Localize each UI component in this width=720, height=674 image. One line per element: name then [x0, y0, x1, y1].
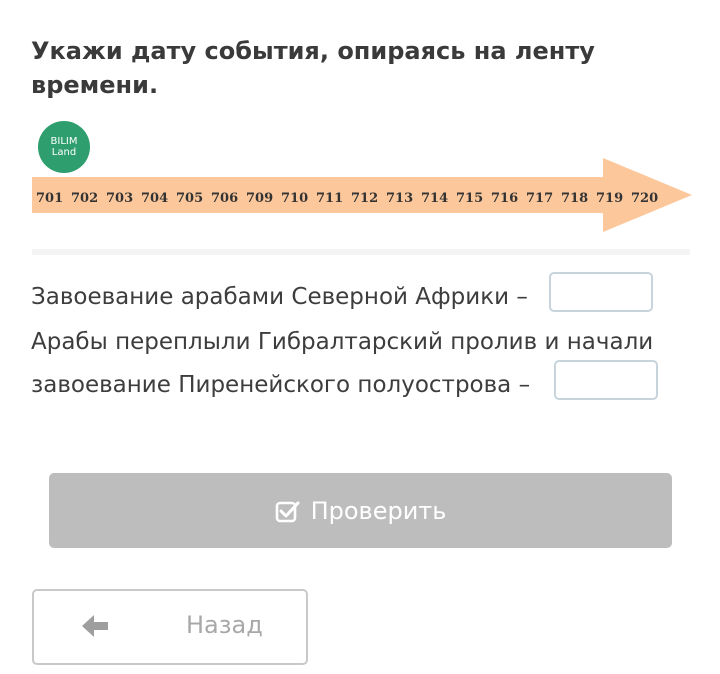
- timeline-year: 712: [351, 191, 379, 206]
- question-2-text-line-2: завоевание Пиренейского полуострова –: [31, 372, 531, 398]
- back-button[interactable]: Назад: [32, 589, 308, 665]
- task-title: Укажи дату события, опираясь на ленту вр…: [31, 37, 595, 99]
- question-2-text-line-1: Арабы переплыли Гибралтарский пролив и н…: [31, 329, 654, 355]
- timeline-year: 713: [386, 191, 414, 206]
- timeline-year: 716: [491, 191, 519, 206]
- timeline-year: 717: [526, 191, 554, 206]
- timeline-year: 715: [456, 191, 484, 206]
- timeline-year: 714: [421, 191, 449, 206]
- timeline-year: 704: [141, 191, 169, 206]
- timeline-year: 709: [246, 191, 274, 206]
- timeline-year: 710: [281, 191, 309, 206]
- timeline-year: 702: [71, 191, 99, 206]
- answer-1-input[interactable]: [549, 272, 653, 312]
- answer-2-input[interactable]: [554, 360, 658, 400]
- timeline-years: 701 702 703 704 705 706 709 710 711 712 713 714 715 7…: [36, 191, 666, 206]
- checkbox-icon: [275, 499, 301, 523]
- divider: [32, 249, 690, 255]
- question-1-text: Завоевание арабами Северной Африки –: [31, 284, 528, 310]
- arrow-left-icon: [82, 614, 110, 642]
- timeline-image: BILIM Land 701 702 703 704 705 706 709 710 711 71…: [32, 115, 692, 245]
- timeline-year: 720: [631, 191, 659, 206]
- timeline-year: 703: [106, 191, 134, 206]
- timeline-year: 718: [561, 191, 589, 206]
- check-button-label: Проверить: [310, 496, 447, 525]
- logo-line-1: BILIM: [50, 136, 78, 147]
- back-button-label: Назад: [186, 611, 263, 639]
- timeline-year: 705: [176, 191, 204, 206]
- timeline-year: 719: [596, 191, 624, 206]
- timeline-year: 701: [36, 191, 64, 206]
- check-button[interactable]: Проверить: [49, 473, 672, 548]
- timeline-year: 706: [211, 191, 239, 206]
- timeline-year: 711: [316, 191, 344, 206]
